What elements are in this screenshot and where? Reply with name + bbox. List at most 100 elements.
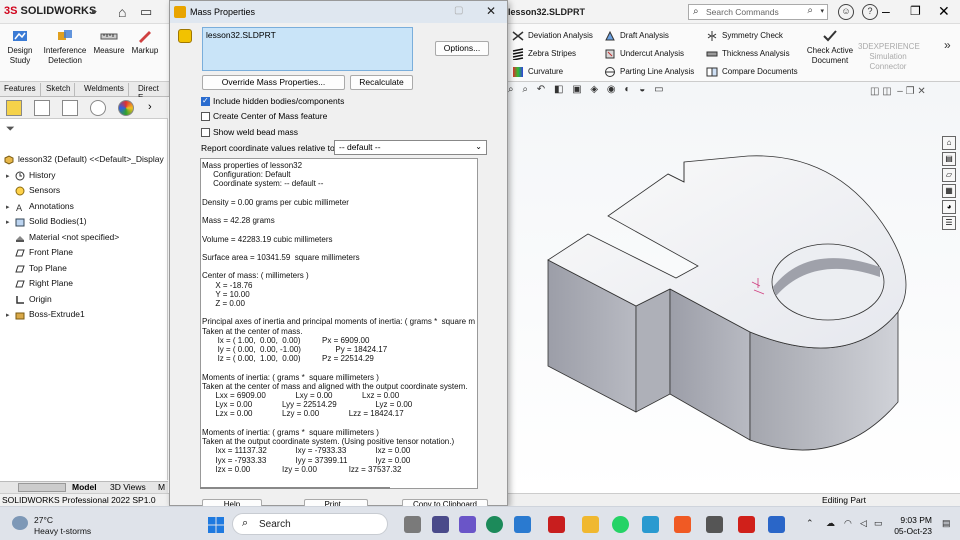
volume-icon[interactable]: ◁ xyxy=(860,518,867,529)
feature-manager-icon[interactable] xyxy=(6,100,22,116)
resources-icon[interactable]: ⌂ xyxy=(942,136,956,150)
battery-icon[interactable]: ▭ xyxy=(874,518,883,529)
widgets-icon[interactable] xyxy=(432,516,449,533)
custom-properties-icon[interactable]: ☰ xyxy=(942,216,956,230)
onedrive-icon[interactable]: ☁ xyxy=(826,518,835,529)
tab-features[interactable]: Features xyxy=(0,83,41,96)
property-manager-icon[interactable] xyxy=(34,100,50,116)
display-style-icon[interactable]: ◈ xyxy=(590,84,598,95)
new-document-icon[interactable]: ▭ xyxy=(140,4,152,20)
tab-weldments[interactable]: Weldments xyxy=(80,83,129,96)
mass-properties-results[interactable]: Mass properties of lesson32 Configuratio… xyxy=(200,158,478,489)
calculator-icon[interactable] xyxy=(706,516,723,533)
view-settings-icon[interactable]: ▭ xyxy=(654,84,663,95)
tree-item-annotations[interactable]: ▸ A Annotations xyxy=(6,201,74,212)
acrobat-icon[interactable] xyxy=(738,516,755,533)
search-input[interactable]: Search Commands xyxy=(706,7,779,17)
zoom-area-icon[interactable]: ⌕ xyxy=(522,84,528,95)
selected-item[interactable]: lesson32.SLDPRT xyxy=(206,30,276,40)
tree-item-front-plane[interactable]: Front Plane xyxy=(6,247,73,258)
taskbar-search[interactable]: ⌕ Search xyxy=(232,513,388,535)
checkbox-checked[interactable] xyxy=(201,96,210,107)
filter-icon[interactable]: ⏷ xyxy=(6,123,15,136)
coordinate-system-select[interactable]: -- default -- ⌄ xyxy=(334,140,487,155)
zebra-stripes-button[interactable]: Zebra Stripes xyxy=(512,48,576,60)
clock-time[interactable]: 9:03 PM xyxy=(888,515,932,525)
selected-items-list[interactable]: lesson32.SLDPRT xyxy=(202,27,413,71)
checkbox-unchecked[interactable] xyxy=(201,128,210,138)
weather-temperature[interactable]: 27°C xyxy=(34,515,53,525)
close-icon[interactable]: ✕ xyxy=(486,4,496,18)
viewport-window-controls[interactable]: ◫ ◫ – ❐ ✕ xyxy=(870,86,926,97)
tab-model[interactable]: Model xyxy=(72,482,97,492)
maximize-icon[interactable]: ❐ xyxy=(910,4,921,18)
whatsapp-icon[interactable] xyxy=(612,516,629,533)
tab-3d-views[interactable]: 3D Views xyxy=(110,482,146,492)
home-icon[interactable]: ⌂ xyxy=(118,4,126,20)
graphics-viewport[interactable]: ⌕ ⌕ ↶ ◧ ▣ ◈ ◉ ◐ ◒ ▭ ◫ ◫ – ❐ ✕ xyxy=(508,82,960,493)
file-explorer-icon[interactable] xyxy=(582,516,599,533)
deviation-analysis-button[interactable]: Deviation Analysis xyxy=(512,30,593,42)
chevron-right-icon[interactable]: » xyxy=(944,38,951,52)
brave-icon[interactable] xyxy=(674,516,691,533)
notes-icon[interactable] xyxy=(642,516,659,533)
design-study-button[interactable]: Design Study xyxy=(4,28,36,66)
appearance-icon[interactable]: ◐ xyxy=(624,84,630,95)
compare-documents-button[interactable]: Compare Documents xyxy=(706,66,798,78)
solidworks-taskbar-icon[interactable] xyxy=(548,516,565,533)
menu-arrow-icon[interactable]: ▸ xyxy=(92,6,97,17)
zoom-to-fit-icon[interactable]: ⌕ xyxy=(508,84,514,95)
measure-button[interactable]: Measure xyxy=(92,28,126,56)
configuration-manager-icon[interactable] xyxy=(62,100,78,116)
tab-sketch[interactable]: Sketch xyxy=(42,83,76,96)
clock-date[interactable]: 05-Oct-23 xyxy=(888,526,932,536)
tree-item-origin[interactable]: Origin xyxy=(6,294,52,305)
help-icon[interactable]: ? xyxy=(862,4,878,20)
weather-icon[interactable] xyxy=(12,516,28,530)
tab-motion[interactable]: M xyxy=(158,482,165,492)
include-hidden-bodies-checkbox[interactable]: Include hidden bodies/components xyxy=(201,96,344,107)
windows-start-icon[interactable] xyxy=(208,517,224,533)
tree-item-boss-extrude1[interactable]: ▸ Boss-Extrude1 xyxy=(6,309,85,320)
tab-scroll-arrows[interactable] xyxy=(18,483,66,492)
chevron-right-icon[interactable]: › xyxy=(148,101,152,113)
tree-root[interactable]: lesson32 (Default) <<Default>_Display xyxy=(4,154,164,165)
section-view-icon[interactable]: ◧ xyxy=(554,84,563,95)
tree-item-material[interactable]: Material <not specified> xyxy=(6,232,119,243)
tree-item-history[interactable]: ▸ History xyxy=(6,170,55,181)
search-icon[interactable]: ⌕ xyxy=(807,5,813,16)
dialog-title-bar[interactable]: Mass Properties ▢ ✕ xyxy=(170,1,507,23)
undercut-analysis-button[interactable]: Undercut Analysis xyxy=(604,48,684,60)
parting-line-analysis-button[interactable]: Parting Line Analysis xyxy=(604,66,694,78)
tree-item-top-plane[interactable]: Top Plane xyxy=(6,263,67,274)
create-center-of-mass-checkbox[interactable]: Create Center of Mass feature xyxy=(201,111,327,122)
hide-show-icon[interactable]: ◉ xyxy=(607,84,616,95)
tree-item-right-plane[interactable]: Right Plane xyxy=(6,278,73,289)
tab-direct-edit[interactable]: Direct E xyxy=(134,83,170,102)
search-commands[interactable]: ⌕ Search Commands ⌕ ▾ xyxy=(688,4,828,20)
view-palette-icon[interactable]: ▦ xyxy=(942,184,956,198)
model-3d-view[interactable] xyxy=(508,82,960,493)
scene-icon[interactable]: ◒ xyxy=(639,84,645,95)
view-orientation-icon[interactable]: ▣ xyxy=(572,84,581,95)
teams-icon[interactable] xyxy=(459,516,476,533)
wifi-icon[interactable]: ◠ xyxy=(844,518,852,529)
weather-description[interactable]: Heavy t-storms xyxy=(34,526,91,536)
close-icon[interactable]: ✕ xyxy=(938,3,950,20)
checkbox-unchecked[interactable] xyxy=(201,112,210,122)
override-mass-properties-button[interactable]: Override Mass Properties... xyxy=(202,75,345,90)
markup-button[interactable]: Markup xyxy=(128,28,162,56)
3dexperience-simulation-connector[interactable]: 3DEXPERIENCE Simulation Connector xyxy=(858,42,920,72)
chevron-down-icon[interactable]: ▾ xyxy=(820,7,824,15)
previous-view-icon[interactable]: ↶ xyxy=(537,84,545,95)
notifications-icon[interactable]: ▤ xyxy=(942,518,951,529)
browser-icon[interactable] xyxy=(514,516,531,533)
task-view-icon[interactable] xyxy=(404,516,421,533)
tree-item-solid-bodies[interactable]: ▸ Solid Bodies(1) xyxy=(6,216,87,227)
options-button[interactable]: Options... xyxy=(435,41,489,56)
thickness-analysis-button[interactable]: Thickness Analysis xyxy=(706,48,790,60)
symmetry-check-button[interactable]: Symmetry Check xyxy=(706,30,783,42)
file-explorer-icon[interactable]: ▱ xyxy=(942,168,956,182)
tree-item-sensors[interactable]: Sensors xyxy=(6,185,60,196)
recalculate-button[interactable]: Recalculate xyxy=(350,75,413,90)
